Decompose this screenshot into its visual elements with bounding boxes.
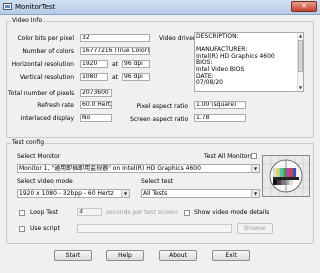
h-res-field: 1920 [80,60,108,68]
title-bar: MonitorTest ✕ [0,0,320,15]
interlaced-label: Interlaced display [20,115,74,122]
h-res-label: Horizontal resolution [11,61,74,68]
select-test-label: Select test [141,178,173,185]
chevron-down-icon[interactable]: ▼ [251,190,259,197]
browse-button[interactable]: Browse [237,223,273,234]
video-mode-select[interactable]: 1920 x 1080 - 32bpp - 60 Hertz ▼ [17,189,130,198]
num-colors-field: 16777216 (True Color) [80,47,150,55]
monitor-select-value: Monitor 1, "通用即插即用监视器" on Intel(R) HD Gr… [19,165,201,172]
app-window: MonitorTest ✕ Video Info Color bits per … [0,0,320,273]
scroll-thumb[interactable] [298,40,303,72]
screen-aspect-label: Screen aspect ratio [130,116,189,123]
start-button[interactable]: Start [54,250,92,261]
pixel-aspect-field: 1.00 (square) [194,101,246,109]
pixel-aspect-label: Pixel aspect ratio [136,103,188,110]
color-bits-label: Color bits per pixel [17,35,74,42]
h-dpi-field: 96 dpi [122,60,150,68]
chevron-down-icon[interactable]: ▼ [251,165,259,172]
loop-test-label: Loop Test [30,209,59,216]
show-details-checkbox[interactable] [184,210,190,216]
v-res-field: 1080 [80,73,108,81]
window-title: MonitorTest [15,3,56,11]
script-path-field[interactable] [77,224,232,233]
num-colors-label: Number of colors [22,48,74,55]
show-details-label: Show video mode details [194,209,270,216]
use-script-checkbox[interactable] [19,226,25,232]
select-monitor-label: Select Monitor [17,153,61,160]
app-icon [3,3,12,10]
refresh-label: Refresh rate [37,102,74,109]
total-pixels-label: Total number of pixels [8,90,75,97]
screen-aspect-field: 1.78 [194,114,246,122]
loop-seconds-label: seconds per test screen [106,209,178,216]
test-all-monitors-label: Test All Monitors [204,153,254,160]
test-select-value: All Tests [143,190,168,197]
loop-test-checkbox[interactable] [19,210,25,216]
chevron-down-icon[interactable]: ▼ [121,190,129,197]
video-driver-label: Video driver [159,35,196,42]
video-mode-value: 1920 x 1080 - 32bpp - 60 Hertz [19,190,114,197]
driver-line: 07/08/20 [196,79,223,87]
driver-scrollbar[interactable]: ▲ ▼ [297,33,303,91]
video-info-legend: Video Info [12,17,43,24]
video-mode-label: Select video mode [17,178,73,185]
v-at-label: at [112,74,119,81]
test-card-icon [262,155,310,197]
video-driver-textarea[interactable]: DESCRIPTION: MANUFACTURER: Intel(R) HD G… [194,32,304,92]
h-at-label: at [112,61,119,68]
test-select[interactable]: All Tests ▼ [141,189,260,198]
color-bits-field: 32 [80,34,150,42]
total-pixels-field: 2073600 [80,89,112,97]
v-res-label: Vertical resolution [19,74,74,81]
interlaced-field: No [80,114,112,122]
loop-seconds-field[interactable]: 3 [77,208,102,216]
about-button[interactable]: About [159,250,197,261]
test-config-legend: Test config [12,139,45,146]
help-button[interactable]: Help [106,250,144,261]
exit-button[interactable]: Exit [212,250,250,261]
use-script-label: Use script [30,225,60,232]
refresh-field: 60.0 Hertz [80,101,112,109]
test-all-monitors-checkbox[interactable] [251,153,257,159]
driver-line: DESCRIPTION: [196,33,239,40]
scroll-up-icon[interactable]: ▲ [298,33,303,39]
close-button[interactable]: ✕ [291,1,317,12]
scroll-down-icon[interactable]: ▼ [298,85,303,91]
v-dpi-field: 96 dpi [122,73,150,81]
monitor-select[interactable]: Monitor 1, "通用即插即用监视器" on Intel(R) HD Gr… [17,164,260,173]
